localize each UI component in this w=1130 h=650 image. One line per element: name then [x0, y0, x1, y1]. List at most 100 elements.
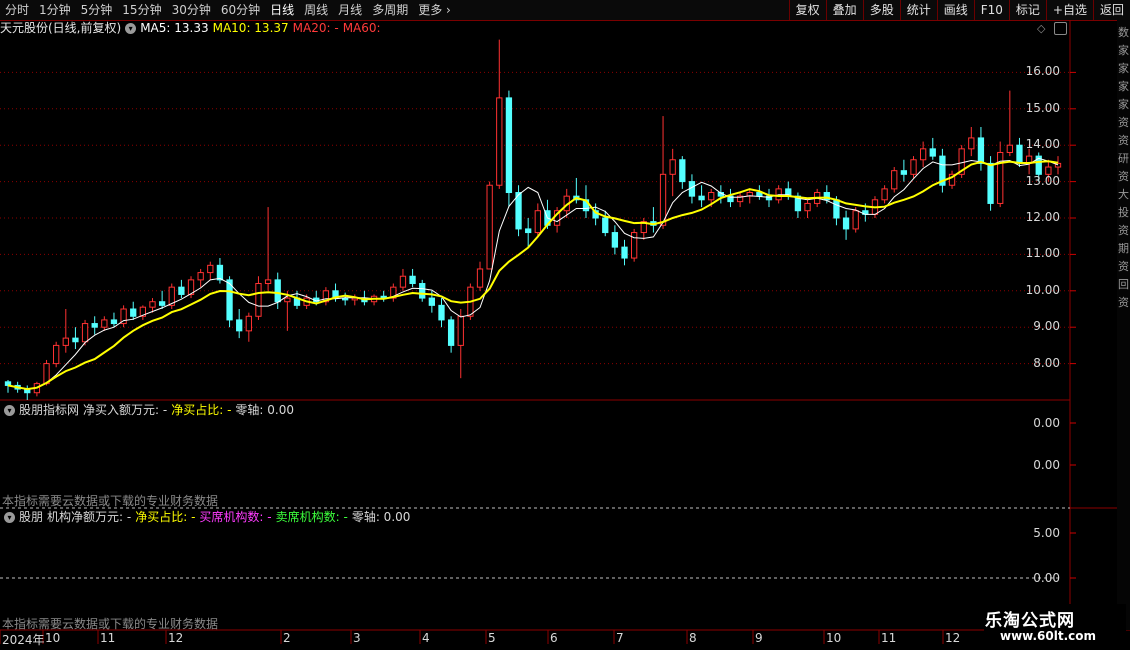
candle-body: [621, 246, 628, 259]
panel3-y-tick: 0.00: [1033, 571, 1060, 585]
candle-body: [274, 279, 281, 303]
candle-body: [255, 283, 262, 317]
collapse-icon[interactable]: ▾: [4, 512, 15, 523]
panel2-net-ratio: 净买占比: -: [171, 403, 232, 417]
sidebar-item[interactable]: 回: [1118, 276, 1130, 292]
panel2-zero-axis: 零轴: 0.00: [235, 403, 294, 417]
candle-body: [968, 137, 975, 150]
sidebar-item[interactable]: 期: [1118, 240, 1130, 256]
ma10-line: [7, 160, 1059, 391]
panel3-zero-axis: 零轴: 0.00: [351, 510, 411, 524]
candle-body: [101, 319, 108, 328]
sidebar-item[interactable]: 资: [1118, 114, 1130, 130]
candle-body: [130, 308, 137, 317]
candle-body: [910, 159, 917, 175]
sidebar-item[interactable]: 家: [1118, 42, 1130, 58]
sidebar-item[interactable]: 大: [1118, 186, 1130, 202]
candle-body: [409, 275, 416, 285]
sidebar-item[interactable]: 资: [1118, 258, 1130, 274]
date-label: 2024年: [2, 633, 45, 647]
date-label: 12: [945, 631, 961, 645]
main-y-tick: 16.00: [1025, 64, 1060, 79]
panel2-indicator-bar: ▾ 股朋指标网 净买入额万元: - 净买占比: - 零轴: 0.00: [0, 402, 298, 419]
candle-body: [708, 192, 715, 201]
panel2-y-tick: 0.00: [1033, 458, 1060, 472]
date-label: 9: [755, 631, 763, 645]
kline-chart[interactable]: [0, 0, 1130, 650]
main-y-tick: 9.00: [1033, 319, 1060, 334]
candle-body: [929, 148, 936, 157]
sidebar-item[interactable]: 资: [1118, 222, 1130, 238]
date-label: 8: [689, 631, 697, 645]
candle-body: [842, 217, 850, 230]
date-label: 10: [826, 631, 842, 645]
candle-body: [236, 319, 243, 332]
candle-body: [264, 279, 272, 285]
main-y-tick: 15.00: [1025, 100, 1060, 115]
panel3-indicator-bar: ▾ 股朋 机构净额万元: - 净买占比: - 买席机构数: - 卖席机构数: -…: [0, 509, 414, 526]
candle-body: [245, 315, 252, 332]
main-y-tick: 11.00: [1025, 246, 1060, 261]
candle-body: [197, 272, 204, 281]
candle-body: [62, 337, 69, 346]
candle-body: [534, 210, 541, 234]
sidebar-item[interactable]: 资: [1118, 168, 1130, 184]
candle-body: [476, 268, 484, 288]
candle-body: [91, 323, 98, 328]
sidebar-item[interactable]: 资: [1118, 294, 1130, 310]
candle-body: [72, 337, 79, 343]
panel3-buy-inst: 买席机构数: -: [199, 510, 272, 524]
date-label: 11: [100, 631, 116, 645]
panel2-name: 股朋指标网: [19, 403, 80, 417]
date-label: 2: [283, 631, 291, 645]
panel2-y-tick: 0.00: [1033, 416, 1060, 430]
sidebar-item[interactable]: 数: [1118, 24, 1130, 40]
date-label: 4: [422, 631, 430, 645]
date-label: 10: [45, 631, 61, 645]
sidebar-item[interactable]: 家: [1118, 60, 1130, 76]
candle-body: [81, 323, 89, 343]
candle-body: [53, 344, 60, 365]
candle-body: [611, 232, 619, 248]
candle-body: [881, 188, 888, 201]
date-axis: 2024年 10 11 12 2 3 4 5 6 7 8 9 10 11 12: [0, 630, 1070, 650]
candle-body: [669, 159, 676, 175]
candle-body: [987, 162, 994, 204]
watermark-title: 乐淘公式网: [985, 611, 1075, 631]
date-label: 12: [168, 631, 184, 645]
candle-body: [419, 283, 426, 299]
candle-body: [698, 195, 705, 201]
sidebar-item[interactable]: 家: [1118, 78, 1130, 94]
panel2-data-note: 本指标需要云数据或下载的专业财务数据: [2, 494, 219, 508]
candle-body: [428, 297, 436, 306]
main-y-tick: 8.00: [1033, 355, 1060, 370]
candle-body: [207, 264, 214, 274]
sidebar-item[interactable]: 资: [1118, 132, 1130, 148]
panel3-net-ratio: 净买占比: -: [135, 510, 196, 524]
sidebar-item[interactable]: 投: [1118, 204, 1130, 220]
candle-body: [178, 286, 185, 295]
candle-body: [399, 275, 407, 288]
panel3-y-tick: 5.00: [1033, 526, 1060, 540]
panel2-net-buy: 净买入额万元: -: [83, 403, 168, 417]
sidebar-item[interactable]: 研: [1118, 150, 1130, 166]
main-y-tick: 10.00: [1025, 282, 1060, 297]
right-sidebar[interactable]: 数家家家家资资研资大投资期资回资: [1117, 20, 1130, 630]
collapse-icon[interactable]: ▾: [4, 405, 15, 416]
date-label: 7: [616, 631, 624, 645]
main-y-tick: 12.00: [1025, 210, 1060, 224]
candle-body: [602, 217, 609, 234]
date-label: 11: [881, 631, 897, 645]
main-y-tick: 13.00: [1025, 173, 1060, 188]
sidebar-item[interactable]: 家: [1118, 96, 1130, 112]
candle-body: [900, 170, 908, 175]
date-label: 6: [550, 631, 558, 645]
candle-body: [852, 210, 859, 230]
candle-body: [149, 301, 156, 308]
candle-body: [496, 97, 503, 186]
candle-body: [833, 199, 840, 219]
ma5-line: [7, 157, 1059, 390]
candle-body: [525, 228, 532, 234]
date-label: 5: [488, 631, 496, 645]
candle-body: [447, 319, 455, 346]
